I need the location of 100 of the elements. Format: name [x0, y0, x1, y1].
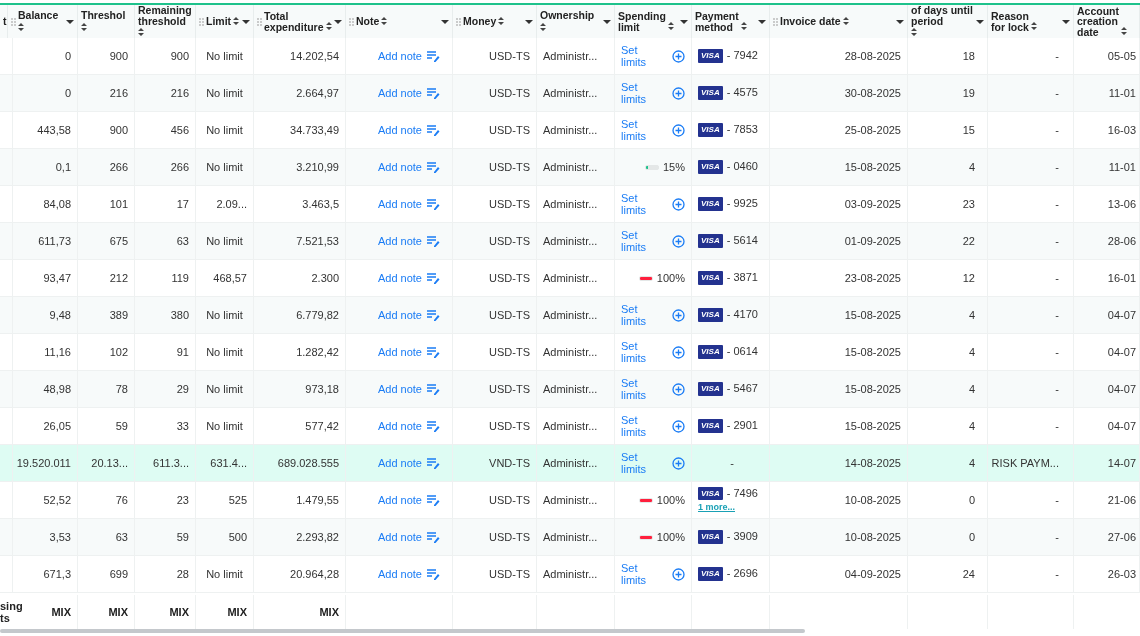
plus-circle-icon[interactable] — [672, 419, 685, 433]
plus-circle-icon[interactable] — [672, 345, 685, 359]
add-note-link[interactable]: Add note — [377, 308, 422, 322]
plus-circle-icon[interactable] — [672, 197, 685, 211]
caret-icon[interactable] — [66, 19, 74, 24]
caret-icon[interactable] — [1062, 19, 1070, 24]
set-limits-link[interactable]: Set limits — [621, 376, 651, 402]
note-edit-icon[interactable] — [427, 124, 440, 136]
add-note-link[interactable]: Add note — [377, 86, 422, 100]
sort-icon[interactable] — [138, 28, 144, 36]
table-row[interactable]: 48,98 78 29 No limit 973,18 Add note USD-TS Administr... Set limits VISA - 5467 15-08-2025 4 - 04-07 — [0, 371, 1140, 408]
add-note-link[interactable]: Add note — [377, 456, 422, 470]
sort-icon[interactable] — [540, 22, 546, 31]
add-note-link[interactable]: Add note — [377, 49, 422, 63]
sort-icon[interactable] — [381, 16, 388, 25]
add-note-link[interactable]: Add note — [377, 197, 422, 211]
set-limits-link[interactable]: Set limits — [621, 117, 651, 143]
plus-circle-icon[interactable] — [672, 456, 685, 470]
plus-circle-icon[interactable] — [672, 86, 685, 100]
note-edit-icon[interactable] — [427, 494, 440, 506]
set-limits-link[interactable]: Set limits — [621, 228, 651, 254]
note-edit-icon[interactable] — [427, 457, 440, 469]
sort-icon[interactable] — [1121, 27, 1127, 36]
drag-handle-icon[interactable] — [257, 17, 262, 26]
plus-circle-icon[interactable] — [672, 234, 685, 248]
add-note-link[interactable]: Add note — [377, 419, 422, 433]
caret-icon[interactable] — [758, 19, 766, 24]
table-cell-text: 4 — [968, 455, 975, 471]
sort-icon[interactable] — [325, 22, 332, 30]
sort-icon[interactable] — [667, 22, 674, 30]
table-cell-text: 525 — [228, 492, 247, 508]
drag-handle-icon[interactable] — [773, 17, 778, 26]
table-row[interactable]: 0,1 266 266 No limit 3.210,99 Add note USD-TS Administr... 15% VISA - 0460 15-08-2025 4 - 11-01 — [0, 149, 1140, 186]
caret-icon[interactable] — [441, 19, 449, 24]
caret-icon[interactable] — [525, 19, 533, 24]
caret-icon[interactable] — [976, 19, 984, 24]
plus-circle-icon[interactable] — [672, 308, 685, 322]
sort-icon[interactable] — [18, 22, 24, 31]
progress-reading: 100% — [656, 270, 685, 286]
set-limits-link[interactable]: Set limits — [621, 413, 651, 439]
note-edit-icon[interactable] — [427, 309, 440, 321]
note-edit-icon[interactable] — [427, 50, 440, 62]
sort-icon[interactable] — [81, 22, 87, 31]
drag-handle-icon[interactable] — [11, 17, 16, 26]
table-row[interactable]: 611,73 675 63 No limit 7.521,53 Add note USD-TS Administr... Set limits VISA - 5614 01-09-2025 22 - 28-06 — [0, 223, 1140, 260]
sort-icon[interactable] — [740, 22, 747, 30]
add-note-link[interactable]: Add note — [377, 234, 422, 248]
set-limits-link[interactable]: Set limits — [621, 302, 651, 328]
table-cell-text: 48,98 — [43, 381, 71, 397]
note-edit-icon[interactable] — [427, 383, 440, 395]
drag-handle-icon[interactable] — [456, 17, 461, 26]
add-note-link[interactable]: Add note — [377, 160, 422, 174]
plus-circle-icon[interactable] — [672, 567, 685, 581]
note-edit-icon[interactable] — [427, 161, 440, 173]
table-cell-text: 611.3... — [153, 455, 189, 471]
sort-icon[interactable] — [911, 28, 917, 36]
caret-icon[interactable] — [603, 19, 611, 24]
table-row[interactable]: 671,3 699 28 No limit 20.964,28 Add note USD-TS Administr... Set limits VISA - 2696 04-09-2025 24 - 26-03 — [0, 556, 1140, 593]
add-note-link[interactable]: Add note — [377, 271, 422, 285]
scrollbar-thumb[interactable] — [0, 629, 805, 633]
column-header: Payment method — [695, 11, 739, 32]
add-note-link[interactable]: Add note — [377, 530, 422, 544]
table-row[interactable]: 3,53 63 59 500 2.293,82 Add note USD-TS Administr... 100% VISA - 3909 10-08-2025 0 - 27-06 — [0, 519, 1140, 556]
add-note-link[interactable]: Add note — [377, 123, 422, 137]
plus-circle-icon[interactable] — [672, 123, 685, 137]
drag-handle-icon[interactable] — [199, 17, 204, 26]
visa-card-icon: VISA — [698, 234, 723, 248]
sort-icon[interactable] — [233, 16, 240, 25]
caret-icon[interactable] — [896, 19, 904, 24]
table-row[interactable]: 19.520.011 20.13... 611.3... 631.4... 689.028.555 Add note VND-TS Administr... Set limits - 14-08-2025 4 RISK PAYM... 14-07 — [0, 445, 1140, 482]
note-edit-icon[interactable] — [427, 420, 440, 432]
drag-handle-icon[interactable] — [349, 17, 354, 26]
set-limits-link[interactable]: Set limits — [621, 43, 651, 69]
note-edit-icon[interactable] — [427, 346, 440, 358]
table-row[interactable]: 9,48 389 380 No limit 6.779,82 Add note USD-TS Administr... Set limits VISA - 4170 15-08-2025 4 - 04-07 — [0, 297, 1140, 334]
more-link[interactable]: 1 more... — [698, 502, 735, 513]
add-note-link[interactable]: Add note — [377, 493, 422, 507]
sort-icon[interactable] — [1030, 22, 1037, 30]
add-note-link[interactable]: Add note — [377, 382, 422, 396]
set-limits-link[interactable]: Set limits — [621, 80, 651, 106]
note-edit-icon[interactable] — [427, 531, 440, 543]
set-limits-link[interactable]: Set limits — [621, 191, 651, 217]
note-edit-icon[interactable] — [427, 272, 440, 284]
caret-icon[interactable] — [334, 19, 342, 24]
add-note-link[interactable]: Add note — [377, 567, 422, 581]
caret-icon[interactable] — [680, 19, 688, 24]
plus-circle-icon[interactable] — [672, 49, 685, 63]
note-edit-icon[interactable] — [427, 235, 440, 247]
plus-circle-icon[interactable] — [672, 382, 685, 396]
table-row[interactable]: 0 216 216 No limit 2.664,97 Add note USD-TS Administr... Set limits VISA - 4575 30-08-2025 19 - 11-01 — [0, 75, 1140, 112]
caret-icon[interactable] — [242, 19, 250, 24]
sort-icon[interactable] — [842, 16, 849, 25]
note-edit-icon[interactable] — [427, 87, 440, 99]
set-limits-link[interactable]: Set limits — [621, 561, 651, 587]
set-limits-link[interactable]: Set limits — [621, 450, 651, 476]
set-limits-link[interactable]: Set limits — [621, 339, 651, 365]
add-note-link[interactable]: Add note — [377, 345, 422, 359]
note-edit-icon[interactable] — [427, 568, 440, 580]
note-edit-icon[interactable] — [427, 198, 440, 210]
sort-icon[interactable] — [498, 16, 505, 25]
